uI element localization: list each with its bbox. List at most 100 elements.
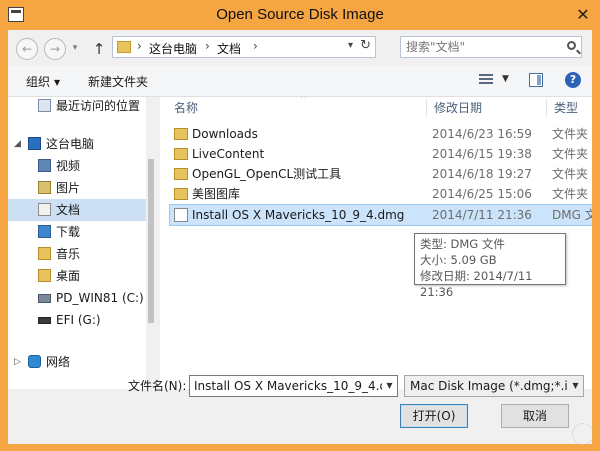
chevron-down-icon: ▼: [54, 78, 61, 87]
sidebar-item-label: 下载: [56, 225, 81, 239]
navigation-pane: 最近访问的位置 ◢ 这台电脑 视频 图片 文档 下载 音乐 桌面 PD_WIN8…: [8, 97, 156, 389]
sidebar-item-recent-places[interactable]: 最近访问的位置: [8, 97, 146, 117]
file-type: 文件夹: [552, 167, 589, 181]
recent-locations-dropdown[interactable]: ▾: [68, 38, 82, 60]
organize-label: 组织: [26, 75, 51, 89]
filename-label: 文件名(N):: [128, 379, 187, 393]
organize-menu[interactable]: 组织 ▼: [26, 73, 60, 90]
file-modified: 2014/6/23 16:59: [432, 127, 532, 141]
sidebar-item-drive-c[interactable]: PD_WIN81 (C:): [8, 287, 146, 309]
sidebar-item-label: 音乐: [56, 247, 81, 261]
column-header-type[interactable]: 类型: [554, 97, 578, 119]
sidebar-item-music[interactable]: 音乐: [8, 243, 146, 265]
column-divider[interactable]: [426, 99, 427, 117]
sidebar-item-label: 最近访问的位置: [56, 99, 141, 113]
folder-icon: [174, 128, 188, 140]
recent-places-icon: [38, 99, 51, 112]
file-type: 文件夹: [552, 147, 589, 161]
videos-folder-icon: [38, 159, 51, 172]
tooltip-size: 大小: 5.09 GB: [420, 253, 497, 267]
file-type: 文件夹: [552, 187, 589, 201]
chevron-down-icon[interactable]: ▼: [502, 74, 509, 84]
help-icon[interactable]: ?: [565, 72, 581, 88]
sort-ascending-icon: ^: [300, 97, 307, 103]
up-arrow-icon[interactable]: ↑: [90, 38, 108, 60]
sidebar-item-network[interactable]: ▷ 网络: [8, 351, 146, 373]
sidebar-item-label: 文档: [56, 203, 81, 217]
chevron-down-icon[interactable]: ▼: [382, 376, 397, 396]
file-type-filter-select[interactable]: Mac Disk Image (*.dmg;*.img) ▼: [404, 375, 584, 397]
search-input[interactable]: 搜索"文档": [400, 36, 582, 58]
breadcrumb-this-pc[interactable]: 这台电脑: [149, 40, 197, 57]
open-dialog-window: Open Source Disk Image ✕ ← → ▾ ↑ › 这台电脑 …: [0, 0, 600, 451]
navigation-scrollbar[interactable]: [146, 97, 156, 389]
file-name: 美图图库: [192, 187, 241, 201]
file-name: LiveContent: [192, 147, 265, 161]
sidebar-item-label: 这台电脑: [46, 137, 95, 151]
preview-pane-icon[interactable]: [529, 73, 543, 87]
usb-drive-icon: [38, 317, 51, 324]
breadcrumb-separator: ›: [137, 39, 142, 53]
tooltip-modified: 修改日期: 2014/7/11 21:36: [420, 269, 533, 299]
address-dropdown-icon[interactable]: ▾: [348, 40, 353, 51]
title-bar[interactable]: Open Source Disk Image ✕: [0, 0, 600, 30]
breadcrumb-separator: ›: [205, 39, 210, 53]
sidebar-item-downloads[interactable]: 下载: [8, 221, 146, 243]
refresh-icon[interactable]: ↻: [360, 38, 371, 53]
file-type: DMG 文: [552, 208, 592, 222]
file-name: OpenGL_OpenCL测试工具: [192, 167, 342, 181]
sidebar-item-desktop[interactable]: 桌面: [8, 265, 146, 287]
search-icon[interactable]: [567, 41, 576, 50]
close-icon[interactable]: ✕: [572, 6, 594, 24]
address-bar[interactable]: › 这台电脑 › 文档 › ▾ ↻: [112, 36, 376, 58]
pictures-folder-icon: [38, 181, 51, 194]
file-modified: 2014/7/11 21:36: [432, 208, 532, 222]
filename-input[interactable]: Install OS X Mavericks_10_9_4.dmg ▼: [189, 375, 398, 397]
chevron-right-icon[interactable]: ▷: [14, 351, 21, 373]
computer-icon: [28, 137, 41, 150]
folder-icon: [174, 188, 188, 200]
column-divider[interactable]: [546, 99, 547, 117]
downloads-folder-icon: [38, 225, 51, 238]
view-options-icon[interactable]: [479, 74, 493, 86]
column-header-modified[interactable]: 修改日期: [434, 97, 482, 119]
sidebar-item-label: 图片: [56, 181, 81, 195]
desktop-folder-icon: [38, 269, 51, 282]
documents-folder-icon: [38, 203, 51, 216]
file-name: Downloads: [192, 127, 258, 141]
breadcrumb-separator: ›: [253, 39, 258, 53]
sidebar-item-label: PD_WIN81 (C:): [56, 291, 144, 305]
file-row[interactable]: OpenGL_OpenCL测试工具 2014/6/18 19:27 文件夹: [170, 164, 592, 184]
file-modified: 2014/6/25 15:06: [432, 187, 532, 201]
chevron-down-icon[interactable]: ▼: [568, 376, 583, 396]
disk-image-file-icon: [174, 208, 188, 222]
forward-button[interactable]: →: [44, 38, 66, 60]
file-modified: 2014/6/18 19:27: [432, 167, 532, 181]
folder-icon: [174, 148, 188, 160]
open-button[interactable]: 打开(O): [400, 404, 468, 428]
tooltip-type: 类型: DMG 文件: [420, 237, 505, 251]
sidebar-item-videos[interactable]: 视频: [8, 155, 146, 177]
sidebar-item-this-pc[interactable]: ◢ 这台电脑: [8, 133, 146, 155]
sidebar-item-pictures[interactable]: 图片: [8, 177, 146, 199]
file-row-selected[interactable]: Install OS X Mavericks_10_9_4.dmg 2014/7…: [169, 204, 592, 226]
file-name: Install OS X Mavericks_10_9_4.dmg: [192, 208, 405, 222]
column-header-name[interactable]: 名称: [174, 97, 198, 119]
cancel-button[interactable]: 取消: [501, 404, 569, 428]
toolbar: 组织 ▼ 新建文件夹 ▼ ?: [8, 66, 592, 97]
windows-drive-icon: [38, 294, 51, 303]
new-folder-button[interactable]: 新建文件夹: [88, 73, 148, 90]
breadcrumb-documents[interactable]: 文档: [217, 40, 241, 57]
chevron-down-icon[interactable]: ◢: [14, 133, 21, 155]
file-row[interactable]: 美图图库 2014/6/25 15:06 文件夹: [170, 184, 592, 204]
file-row[interactable]: LiveContent 2014/6/15 19:38 文件夹: [170, 144, 592, 164]
scrollbar-thumb[interactable]: [148, 159, 154, 323]
folder-icon: [117, 41, 131, 53]
file-row[interactable]: Downloads 2014/6/23 16:59 文件夹: [170, 124, 592, 144]
file-modified: 2014/6/15 19:38: [432, 147, 532, 161]
watermark-logo: [572, 423, 594, 445]
sidebar-item-documents[interactable]: 文档: [8, 199, 146, 221]
file-type: 文件夹: [552, 127, 589, 141]
back-button[interactable]: ←: [16, 38, 38, 60]
sidebar-item-drive-g[interactable]: EFI (G:): [8, 309, 146, 331]
